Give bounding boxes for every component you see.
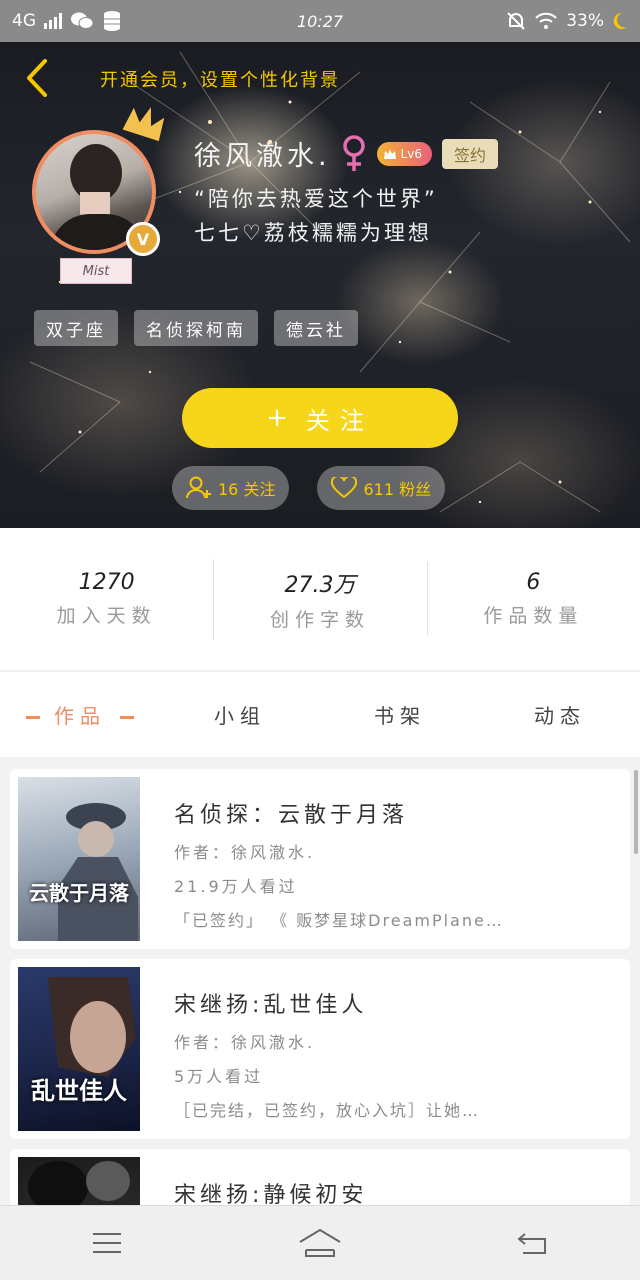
- profile-hero: 开通会员，设置个性化背景 V Mist 徐风澈水. Lv6 签约 “陪你去热爱这…: [0, 42, 640, 528]
- book-card[interactable]: 云散于月落 名侦探：云散于月落 作者：徐风澈水. 21.9万人看过 「已签约」 …: [10, 769, 630, 949]
- female-icon: [342, 134, 365, 171]
- follow-label: 关注: [305, 406, 374, 435]
- book-card[interactable]: 乱世佳人 宋继扬:乱世佳人 作者：徐风澈水. 5万人看过 ［已完结，已签约，放心…: [10, 959, 630, 1139]
- book-cover: 乱世佳人: [18, 967, 140, 1131]
- tag-item[interactable]: 双子座: [34, 310, 118, 346]
- stat-value: 1270: [78, 570, 135, 595]
- cover-title: 乱世佳人: [31, 1077, 127, 1105]
- book-info: 宋继扬:静候初安: [140, 1157, 367, 1205]
- verified-badge: V: [126, 222, 160, 256]
- book-title: 宋继扬:静候初安: [174, 1183, 368, 1205]
- book-description: 「已签约」 《 贩梦星球DreamPlane…: [174, 911, 504, 930]
- stat-label: 作品数量: [483, 605, 584, 627]
- tab-groups[interactable]: 小组: [160, 700, 320, 729]
- stat-word-count: 27.3万 创作字数: [213, 558, 426, 640]
- signed-badge: 签约: [442, 138, 499, 169]
- stat-label: 创作字数: [269, 608, 370, 631]
- book-views: 21.9万人看过: [174, 877, 298, 896]
- menu-button[interactable]: [67, 1213, 147, 1273]
- wifi-icon: [535, 12, 557, 29]
- stat-value: 27.3万: [284, 572, 356, 598]
- book-author: 作者：徐风澈水.: [174, 843, 316, 862]
- book-title: 名侦探：云散于月落: [174, 803, 409, 828]
- works-list: 云散于月落 名侦探：云散于月落 作者：徐风澈水. 21.9万人看过 「已签约」 …: [0, 757, 640, 1205]
- nickname: 徐风澈水.: [194, 141, 331, 172]
- fans-count: 611 粉丝: [363, 480, 432, 499]
- status-left: 4G: [12, 10, 122, 32]
- book-title: 宋继扬:乱世佳人: [174, 993, 368, 1018]
- following-button[interactable]: 16 关注: [172, 466, 290, 510]
- book-info: 宋继扬:乱世佳人 作者：徐风澈水. 5万人看过 ［已完结，已签约，放心入坑］让她…: [140, 967, 480, 1131]
- tab-label: 作品: [54, 704, 106, 728]
- level-badge[interactable]: Lv6: [376, 141, 433, 166]
- nickname-row: 徐风澈水. Lv6 签约: [194, 134, 499, 173]
- chevron-left-icon: [27, 59, 47, 97]
- signature: “陪你去热爱这个世界” 七七♡荔枝糯糯为理想: [194, 182, 438, 250]
- fans-button[interactable]: 611 粉丝: [317, 466, 446, 510]
- tag-list: 双子座 名侦探柯南 德云社: [34, 310, 358, 346]
- tag-item[interactable]: 名侦探柯南: [134, 310, 258, 346]
- book-cover: 云散于月落: [18, 777, 140, 941]
- crown-small-icon: [383, 148, 396, 159]
- plus-icon: +: [266, 403, 288, 433]
- follow-button[interactable]: + 关注: [182, 388, 458, 448]
- scrollbar[interactable]: [634, 770, 638, 854]
- cover-title: 云散于月落: [29, 881, 129, 905]
- stat-label: 加入天数: [56, 605, 157, 627]
- network-type: 4G: [12, 11, 36, 31]
- battery-percent: 33%: [566, 11, 604, 31]
- heart-icon: [331, 477, 358, 499]
- status-bar: 4G 10:27 33%: [0, 0, 640, 42]
- profile-tabs: 作品 小组 书架 动态: [0, 671, 640, 757]
- moon-icon: [613, 12, 627, 29]
- system-nav-bar: [0, 1205, 640, 1280]
- book-author: 作者：徐风澈水.: [174, 1033, 316, 1052]
- book-info: 名侦探：云散于月落 作者：徐风澈水. 21.9万人看过 「已签约」 《 贩梦星球…: [140, 777, 504, 941]
- stat-value: 6: [526, 570, 541, 595]
- name-tag: Mist: [60, 258, 132, 284]
- stat-works: 6 作品数量: [426, 562, 640, 636]
- signal-icon: [44, 13, 62, 29]
- back-icon: [517, 1233, 547, 1254]
- social-row: 16 关注 611 粉丝: [172, 466, 446, 510]
- back-button[interactable]: [18, 58, 54, 98]
- signature-line-1: “陪你去热爱这个世界”: [194, 187, 438, 211]
- signature-line-2: 七七♡荔枝糯糯为理想: [194, 221, 432, 245]
- back-nav-button[interactable]: [493, 1213, 573, 1273]
- tab-works[interactable]: 作品: [0, 700, 160, 729]
- vip-background-tip[interactable]: 开通会员，设置个性化背景: [100, 66, 340, 92]
- book-description: ［已完结，已签约，放心入坑］让她…: [174, 1101, 481, 1120]
- home-button[interactable]: [280, 1213, 360, 1273]
- fireworks-background: [29, 51, 631, 513]
- tab-activity[interactable]: 动态: [480, 700, 640, 729]
- status-right: 33%: [506, 11, 628, 31]
- database-icon: [104, 11, 120, 31]
- avatar-container[interactable]: V: [32, 107, 165, 256]
- menu-icon: [92, 1233, 121, 1253]
- stat-join-days: 1270 加入天数: [0, 570, 213, 628]
- book-views: 5万人看过: [174, 1067, 264, 1086]
- crown-icon: [122, 107, 165, 142]
- home-icon: [299, 1228, 341, 1257]
- wechat-icon: [71, 12, 94, 29]
- user-add-icon: [186, 476, 211, 499]
- tag-item[interactable]: 德云社: [274, 310, 358, 346]
- book-card[interactable]: 宋继扬:静候初安: [10, 1149, 630, 1205]
- book-cover: [18, 1157, 140, 1205]
- mute-bell-icon: [507, 12, 525, 30]
- following-count: 16 关注: [218, 480, 276, 499]
- tab-bookshelf[interactable]: 书架: [320, 700, 480, 729]
- stats-panel: 1270 加入天数 27.3万 创作字数 6 作品数量: [0, 528, 640, 670]
- level-text: Lv6: [400, 146, 423, 161]
